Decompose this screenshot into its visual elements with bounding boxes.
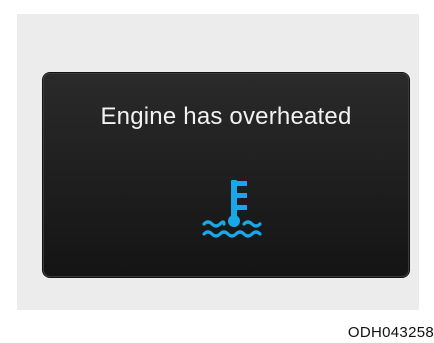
warning-message: Engine has overheated bbox=[100, 103, 352, 130]
coolant-temperature-icon bbox=[202, 180, 262, 238]
figure-code: ODH043258 bbox=[347, 324, 434, 341]
cluster-display: Engine has overheated bbox=[43, 73, 409, 277]
